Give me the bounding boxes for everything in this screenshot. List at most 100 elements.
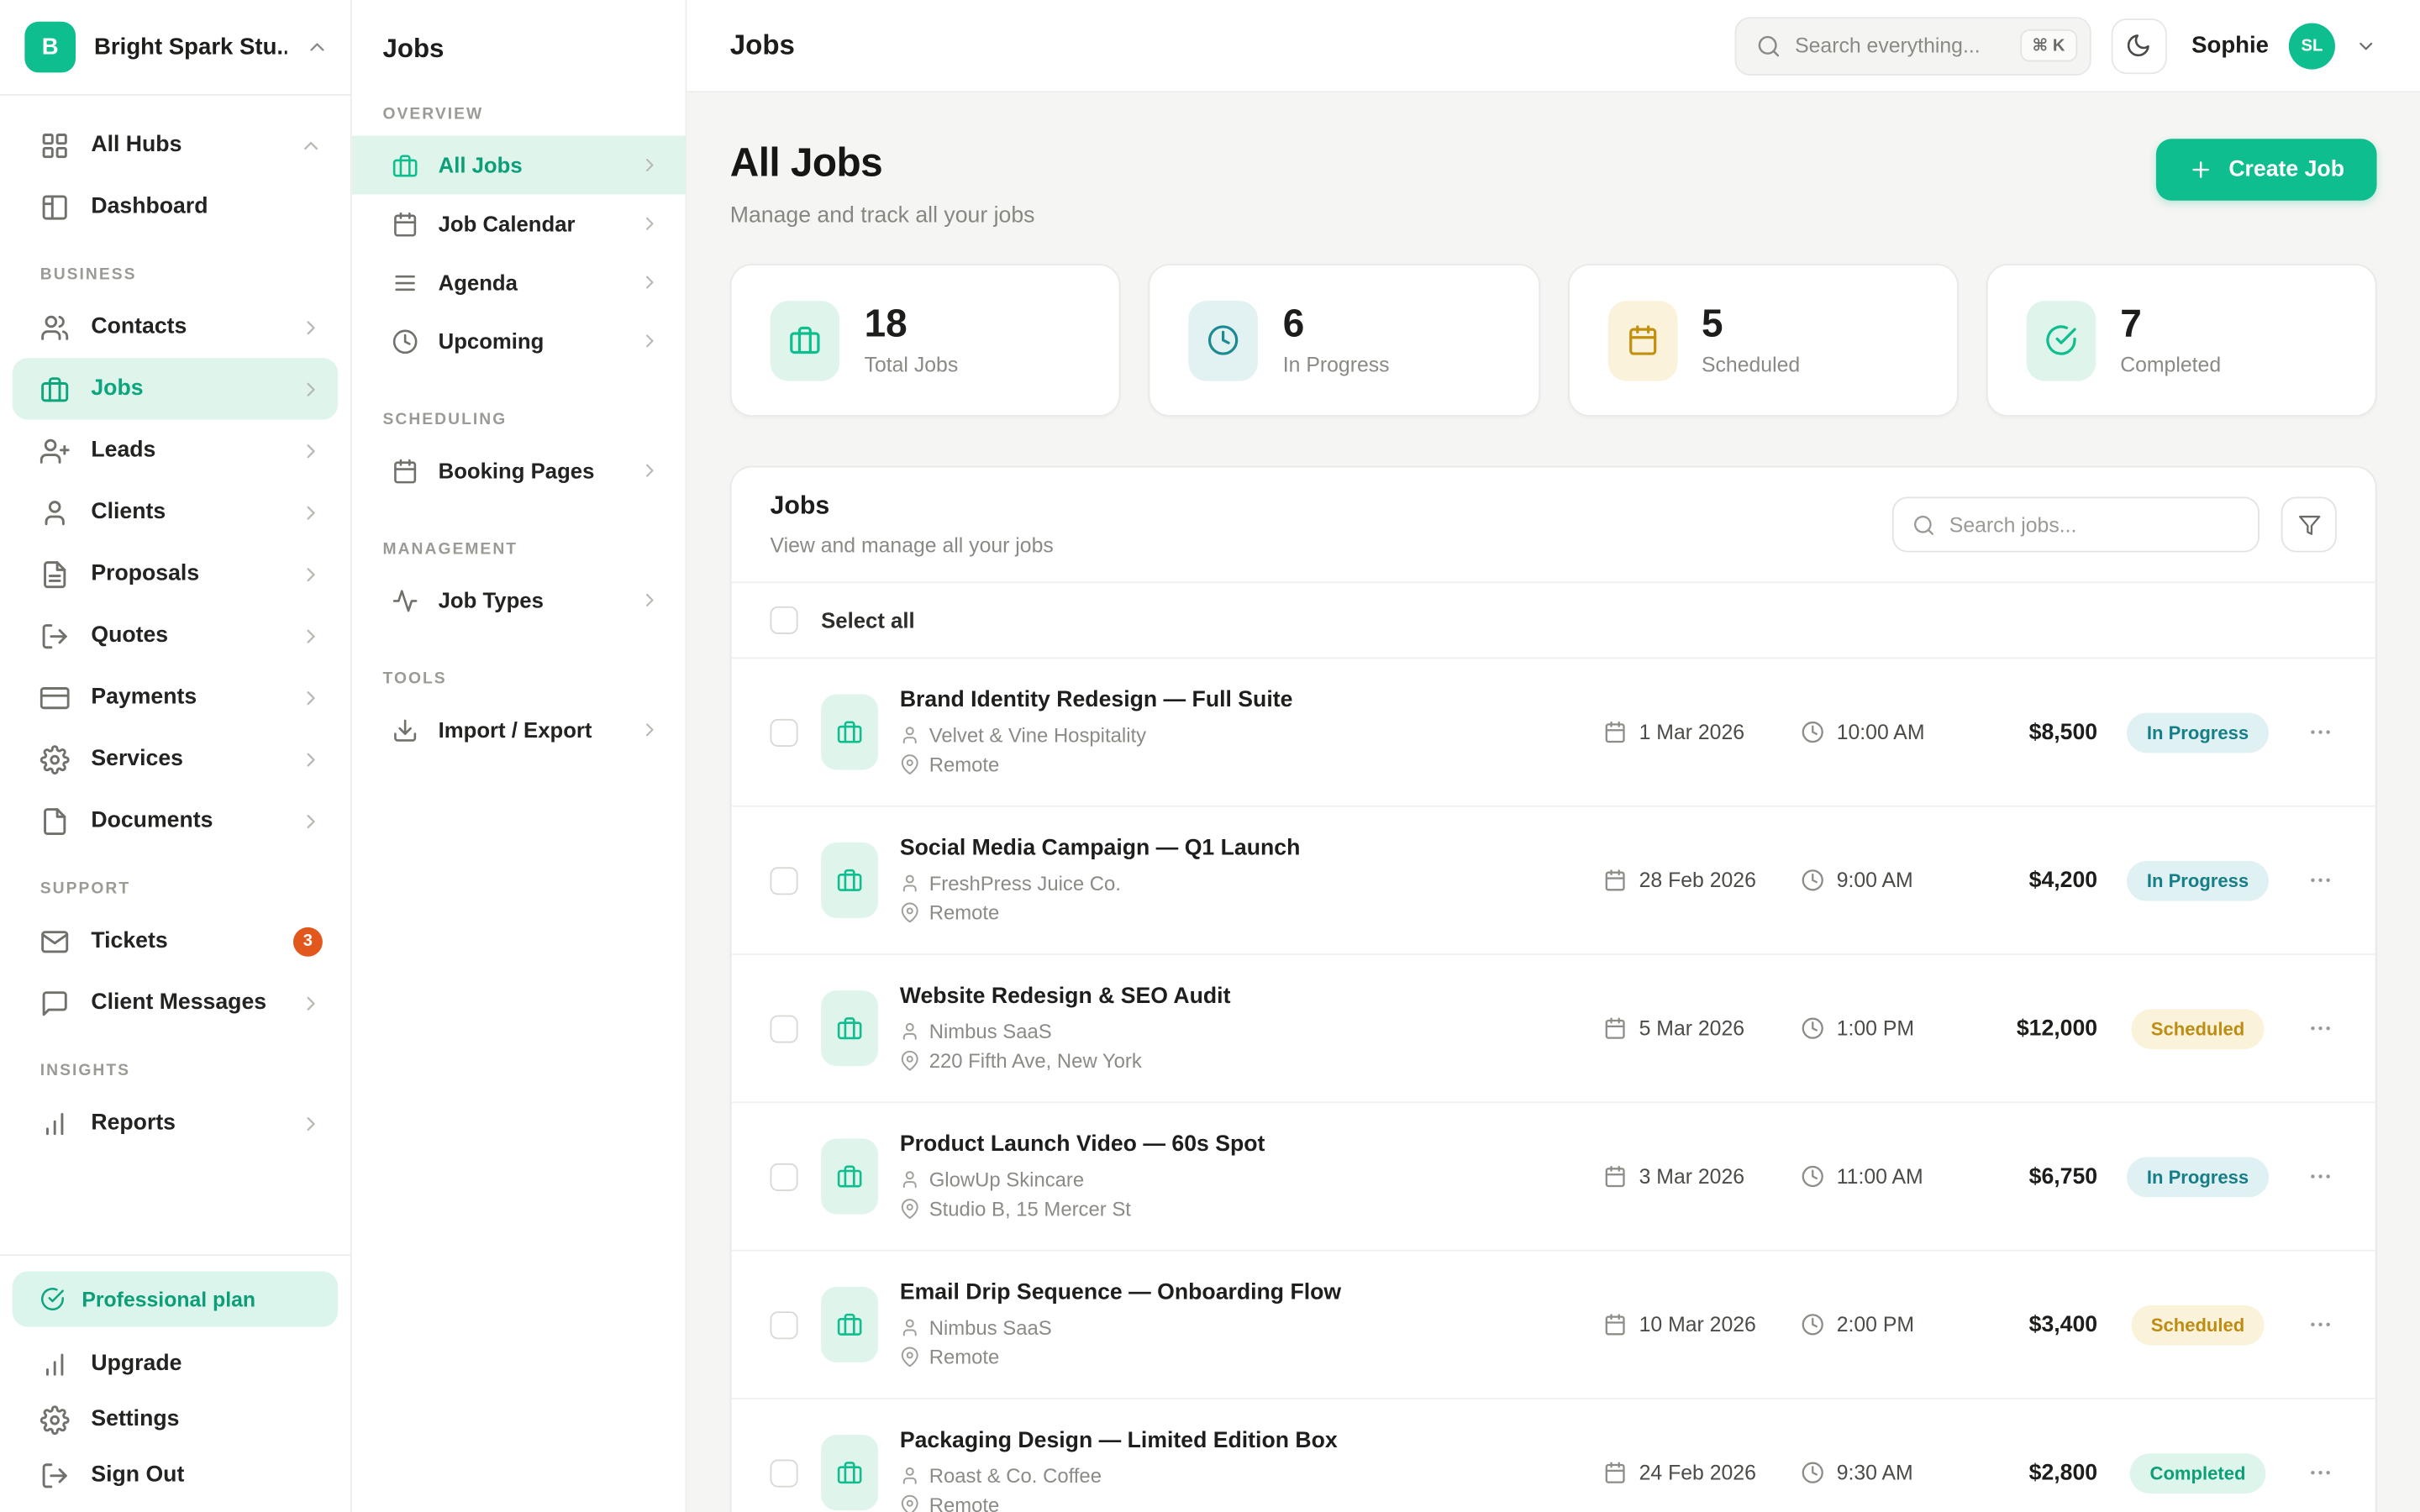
map-pin-icon: [900, 1051, 920, 1071]
subnav-item-job-calendar[interactable]: Job Calendar: [352, 194, 686, 253]
stat-value: 5: [1702, 304, 1800, 347]
sidebar-item-reports[interactable]: Reports: [13, 1092, 339, 1153]
more-menu-button[interactable]: [2289, 1311, 2350, 1337]
job-price: $4,200: [1968, 868, 2107, 892]
sidebar-item-clients[interactable]: Clients: [13, 481, 339, 543]
subnav-section-label: SCHEDULING: [383, 411, 686, 429]
sidebar-item-payments[interactable]: Payments: [13, 666, 339, 727]
sidebar-item-jobs[interactable]: Jobs: [13, 358, 339, 419]
chevron-right-icon: [639, 459, 660, 481]
job-row[interactable]: Social Media Campaign — Q1 Launch FreshP…: [732, 807, 2375, 955]
message-square-icon: [40, 988, 70, 1017]
check-circle-icon: [40, 1287, 65, 1311]
row-checkbox[interactable]: [771, 1163, 798, 1190]
clock-icon: [1801, 1313, 1824, 1336]
sidebar-item-all-hubs[interactable]: All Hubs: [13, 114, 339, 176]
subnav-item-booking-pages[interactable]: Booking Pages: [352, 441, 686, 500]
job-row[interactable]: Packaging Design — Limited Edition Box R…: [732, 1399, 2375, 1512]
jobs-search[interactable]: [1892, 496, 2260, 552]
status-badge: In Progress: [2127, 712, 2269, 753]
more-menu-button[interactable]: [2289, 1460, 2350, 1486]
select-all-row: Select all: [732, 583, 2375, 659]
sidebar-item-documents[interactable]: Documents: [13, 790, 339, 851]
subnav-item-upcoming[interactable]: Upcoming: [352, 312, 686, 370]
job-location: Remote: [929, 901, 1000, 925]
jobs-card-subtitle: View and manage all your jobs: [771, 534, 1054, 558]
global-search-input[interactable]: [1795, 34, 2006, 57]
mail-icon: [40, 927, 70, 956]
sidebar-section: INSIGHTS Reports: [13, 1062, 339, 1154]
sidebar-footer: Professional plan Upgrade Settings Sign …: [0, 1254, 350, 1512]
professional-plan-badge[interactable]: Professional plan: [13, 1271, 339, 1326]
sidebar-item-contacts[interactable]: Contacts: [13, 297, 339, 358]
sidebar-item-leads[interactable]: Leads: [13, 420, 339, 481]
sidebar-item-dashboard[interactable]: Dashboard: [13, 176, 339, 237]
sidebar-item-tickets[interactable]: Tickets 3: [13, 911, 339, 972]
user-plus-icon: [40, 436, 70, 465]
sidebar-item-proposals[interactable]: Proposals: [13, 543, 339, 605]
more-menu-button[interactable]: [2289, 1163, 2350, 1189]
row-checkbox[interactable]: [771, 1459, 798, 1487]
footer-item-settings[interactable]: Settings: [13, 1392, 339, 1447]
row-checkbox[interactable]: [771, 1310, 798, 1338]
job-title: Email Drip Sequence — Onboarding Flow: [900, 1280, 1604, 1305]
map-pin-icon: [900, 1495, 920, 1512]
briefcase-icon: [837, 1460, 863, 1486]
job-title: Product Launch Video — 60s Spot: [900, 1132, 1604, 1157]
job-row[interactable]: Email Drip Sequence — Onboarding Flow Ni…: [732, 1252, 2375, 1399]
clock-icon: [1207, 324, 1240, 357]
row-checkbox[interactable]: [771, 1015, 798, 1042]
job-row[interactable]: Product Launch Video — 60s Spot GlowUp S…: [732, 1103, 2375, 1251]
clock-icon: [1801, 869, 1824, 892]
subnav-section-label: MANAGEMENT: [383, 540, 686, 559]
clock-icon: [1801, 1165, 1824, 1189]
stat-label: In Progress: [1283, 353, 1390, 376]
row-checkbox[interactable]: [771, 718, 798, 746]
stat-value: 18: [865, 304, 959, 347]
select-all-label: Select all: [821, 608, 914, 633]
stat-value: 7: [2120, 304, 2221, 347]
job-location: 220 Fifth Ave, New York: [929, 1049, 1142, 1073]
keyboard-shortcut-badge: ⌘ K: [2020, 29, 2077, 62]
jobs-card-header: Jobs View and manage all your jobs: [732, 468, 2375, 584]
job-price: $3,400: [1968, 1312, 2107, 1336]
footer-item-sign-out[interactable]: Sign Out: [13, 1447, 339, 1503]
jobs-card-title: Jobs: [771, 492, 1054, 522]
workspace-name: Bright Spark Stu...: [94, 34, 287, 60]
sidebar-item-quotes[interactable]: Quotes: [13, 605, 339, 666]
job-row[interactable]: Website Redesign & SEO Audit Nimbus SaaS…: [732, 955, 2375, 1103]
footer-item-upgrade[interactable]: Upgrade: [13, 1336, 339, 1392]
subnav-item-all-jobs[interactable]: All Jobs: [352, 136, 686, 195]
subnav-section: SCHEDULING Booking Pages: [352, 411, 686, 501]
bar-chart-icon: [40, 1109, 70, 1138]
subnav-item-agenda[interactable]: Agenda: [352, 253, 686, 312]
job-icon-tile: [821, 695, 878, 770]
create-job-button[interactable]: Create Job: [2156, 139, 2377, 200]
row-checkbox[interactable]: [771, 866, 798, 894]
filter-button[interactable]: [2281, 496, 2337, 552]
subnav-item-import-export[interactable]: Import / Export: [352, 701, 686, 759]
job-date: 10 Mar 2026: [1603, 1313, 1801, 1336]
user-name: Sophie: [2191, 33, 2269, 59]
more-menu-button[interactable]: [2289, 867, 2350, 893]
clock-icon: [1801, 721, 1824, 744]
job-row[interactable]: Brand Identity Redesign — Full Suite Vel…: [732, 659, 2375, 806]
more-menu-button[interactable]: [2289, 719, 2350, 745]
grid-icon: [40, 130, 70, 160]
chevron-right-icon: [639, 590, 660, 612]
dark-mode-toggle[interactable]: [2112, 18, 2167, 73]
avatar[interactable]: SL: [2289, 23, 2335, 69]
sidebar-item-services[interactable]: Services: [13, 728, 339, 790]
chevron-down-icon[interactable]: [2355, 34, 2377, 56]
select-all-checkbox[interactable]: [771, 606, 798, 634]
clock-icon: [1801, 1016, 1824, 1040]
subnav-item-job-types[interactable]: Job Types: [352, 571, 686, 630]
global-search[interactable]: ⌘ K: [1734, 16, 2091, 75]
jobs-search-input[interactable]: [1949, 513, 2239, 537]
more-menu-button[interactable]: [2289, 1016, 2350, 1042]
sidebar-item-client-messages[interactable]: Client Messages: [13, 972, 339, 1033]
workspace-switcher[interactable]: B Bright Spark Stu...: [0, 0, 350, 96]
user-icon: [900, 1169, 920, 1189]
chevron-right-icon: [299, 991, 323, 1015]
job-time: 10:00 AM: [1801, 721, 1967, 744]
